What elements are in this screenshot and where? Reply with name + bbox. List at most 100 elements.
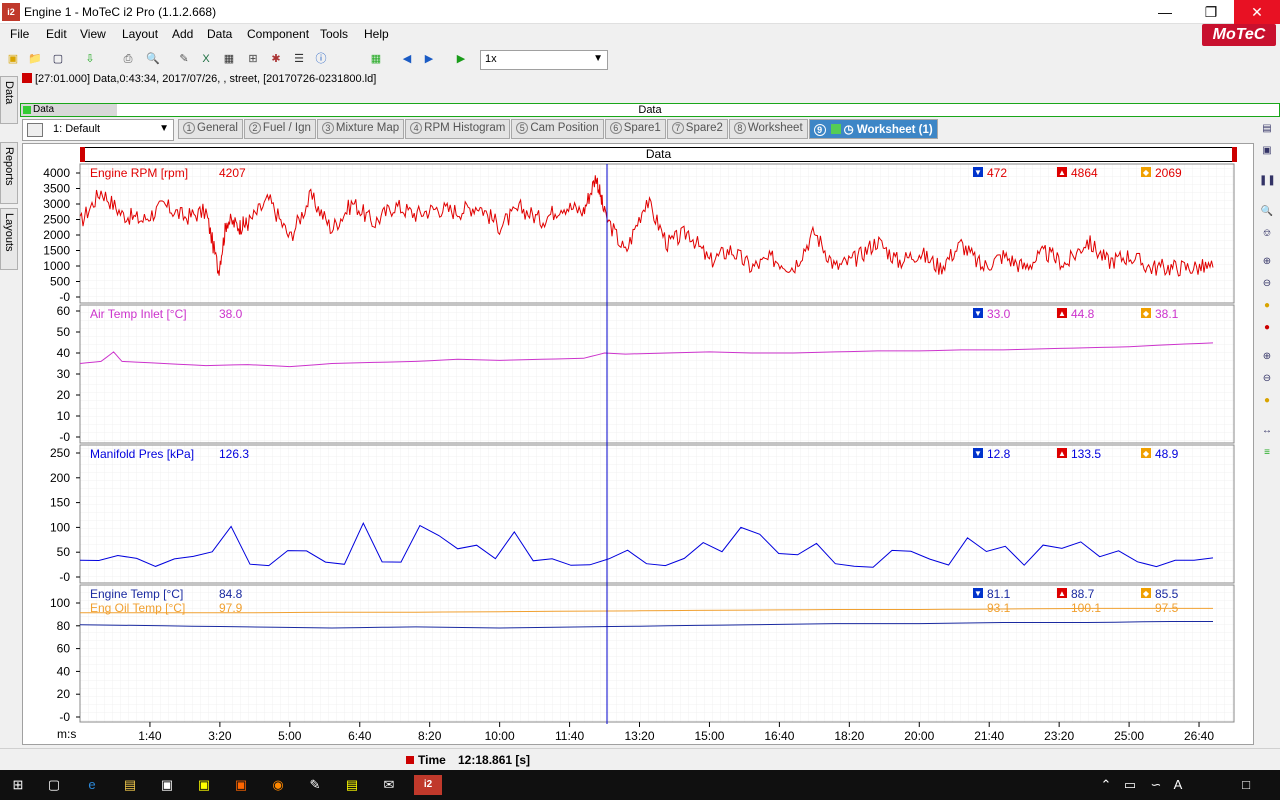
x-tick-label: 18:20 [834, 729, 864, 743]
notes-icon[interactable]: ▤ [342, 775, 362, 795]
y-tick-label: 3500 [43, 182, 70, 196]
sticky-notes-icon[interactable]: ▣ [194, 775, 214, 795]
file-explorer-icon[interactable]: ▤ [120, 775, 140, 795]
chevron-up-icon[interactable]: ⌃ [1096, 775, 1116, 795]
max-marker-glyph: ▲ [1058, 309, 1066, 318]
chart-pane-2[interactable]: 60 50 40 30 20 10 -0 Air Temp Inlet [°C] 38.0 ▼ 33… [57, 304, 1235, 444]
min-marker-glyph: ▼ [974, 168, 982, 177]
x-tick-label: 1:40 [138, 729, 162, 743]
avg-value: 85.5 [1155, 587, 1179, 601]
status-value: 12:18.861 [s] [458, 753, 531, 767]
wifi-icon[interactable]: ∽ [1146, 775, 1166, 795]
max-value: 88.7 [1071, 587, 1095, 601]
y-tick-label: 60 [57, 304, 71, 318]
time-series-graph[interactable]: 4000350030002500200015001000500-0Engine … [0, 0, 1280, 800]
y-tick-label: 80 [57, 619, 71, 633]
x-tick-label: 13:20 [624, 729, 654, 743]
cursor-value: 97.9 [219, 601, 243, 615]
notifications-icon[interactable]: □ [1236, 775, 1256, 795]
y-tick-label: 200 [50, 471, 70, 485]
y-tick-label: 100 [50, 520, 70, 534]
y-tick-label: 150 [50, 496, 70, 510]
x-tick-label: 11:40 [555, 729, 584, 743]
min-value: 472 [987, 166, 1007, 180]
taskbar: ⊞ ▢ e ▤ ▣ ▣ ▣ ◉ ✎ ▤ ✉ i2 ⌃ ▭ ∽ A □ [0, 770, 1280, 800]
windows-start-icon[interactable]: ⊞ [8, 775, 28, 795]
pane-background [79, 163, 1235, 304]
channel-name: Air Temp Inlet [°C] [90, 307, 187, 321]
cursor-value: 38.0 [219, 307, 243, 321]
editor-icon[interactable]: ✎ [305, 775, 325, 795]
firefox-icon[interactable]: ◉ [268, 775, 288, 795]
x-tick-label: 16:40 [764, 729, 794, 743]
chart-pane-1[interactable]: 4000 35003000 25002000 15001000 500-0 Engine … [43, 163, 1235, 304]
y-tick-label: 50 [57, 545, 71, 559]
avg-marker-glyph: ◆ [1143, 309, 1150, 318]
chart-pane-4[interactable]: 100 80 60 40 20 -0 Engine Temp [°C] 84.8 ▼ 81.1 ▲ 8… [50, 584, 1235, 724]
cursor-value: 4207 [219, 166, 246, 180]
max-marker-glyph: ▲ [1058, 589, 1066, 598]
y-tick-label: 10 [57, 409, 71, 423]
store-icon[interactable]: ▣ [157, 775, 177, 795]
chart-pane-3[interactable]: 250 200 150 100 50 -0 Manifold Pres [kPa] 126.3… [50, 444, 1235, 584]
avg-value: 38.1 [1155, 307, 1179, 321]
x-tick-label: 23:20 [1044, 729, 1074, 743]
x-axis-unit: m:s [57, 727, 76, 741]
y-tick-label: 20 [57, 388, 71, 402]
avg-marker-glyph: ◆ [1143, 449, 1150, 458]
y-tick-label: 50 [57, 325, 71, 339]
x-tick-label: 8:20 [418, 729, 442, 743]
y-tick-label: 250 [50, 446, 70, 460]
y-tick-label: 100 [50, 596, 70, 610]
avg-value: 2069 [1155, 166, 1182, 180]
y-tick-label: 4000 [43, 166, 70, 180]
x-axis: m:s 1:40 3:20 5:00 6:40 8:20 10:00 11:40 13:20 15… [57, 722, 1214, 743]
x-tick-label: 3:20 [208, 729, 232, 743]
max-marker-glyph: ▲ [1058, 168, 1066, 177]
x-tick-label: 6:40 [348, 729, 372, 743]
x-tick-label: 26:40 [1184, 729, 1214, 743]
task-view-icon[interactable]: ▢ [44, 775, 64, 795]
edge-icon[interactable]: e [82, 775, 102, 795]
y-tick-label: -0 [59, 710, 70, 724]
mail-icon[interactable]: ✉ [379, 775, 399, 795]
max-marker-glyph: ▲ [1058, 449, 1066, 458]
min-value: 93.1 [987, 601, 1011, 615]
app-icon[interactable]: ▣ [231, 775, 251, 795]
max-value: 133.5 [1071, 447, 1101, 461]
min-marker-glyph: ▼ [974, 589, 982, 598]
y-tick-label: 1500 [43, 244, 70, 258]
max-value: 4864 [1071, 166, 1098, 180]
motec-i2-taskbar-icon[interactable]: i2 [414, 775, 442, 795]
status-label: Time [418, 753, 446, 767]
cursor-value: 126.3 [219, 447, 249, 461]
channel-name: Eng Oil Temp [°C] [90, 601, 185, 615]
max-value: 100.1 [1071, 601, 1101, 615]
y-tick-label: -0 [59, 570, 70, 584]
y-tick-label: 3000 [43, 197, 70, 211]
y-tick-label: 2500 [43, 213, 70, 227]
channel-name: Manifold Pres [kPa] [90, 447, 194, 461]
y-tick-label: 60 [57, 642, 71, 656]
y-tick-label: 20 [57, 687, 71, 701]
avg-marker-glyph: ◆ [1143, 168, 1150, 177]
status-bar: Time 12:18.861 [s] [0, 748, 1280, 770]
x-tick-label: 5:00 [278, 729, 302, 743]
y-tick-label: 40 [57, 346, 71, 360]
y-tick-label: 30 [57, 367, 71, 381]
y-tick-label: -0 [59, 290, 70, 304]
min-marker-glyph: ▼ [974, 449, 982, 458]
max-value: 44.8 [1071, 307, 1095, 321]
y-tick-label: 500 [50, 275, 70, 289]
battery-icon[interactable]: ▭ [1120, 775, 1140, 795]
channel-name: Engine Temp [°C] [90, 587, 183, 601]
y-tick-label: 40 [57, 664, 71, 678]
x-tick-label: 20:00 [904, 729, 934, 743]
input-method-icon[interactable]: A [1168, 775, 1188, 795]
pane-background [79, 584, 1235, 723]
min-value: 12.8 [987, 447, 1011, 461]
avg-marker-glyph: ◆ [1143, 589, 1150, 598]
x-tick-label: 25:00 [1114, 729, 1144, 743]
min-value: 81.1 [987, 587, 1011, 601]
cursor-value: 84.8 [219, 587, 243, 601]
